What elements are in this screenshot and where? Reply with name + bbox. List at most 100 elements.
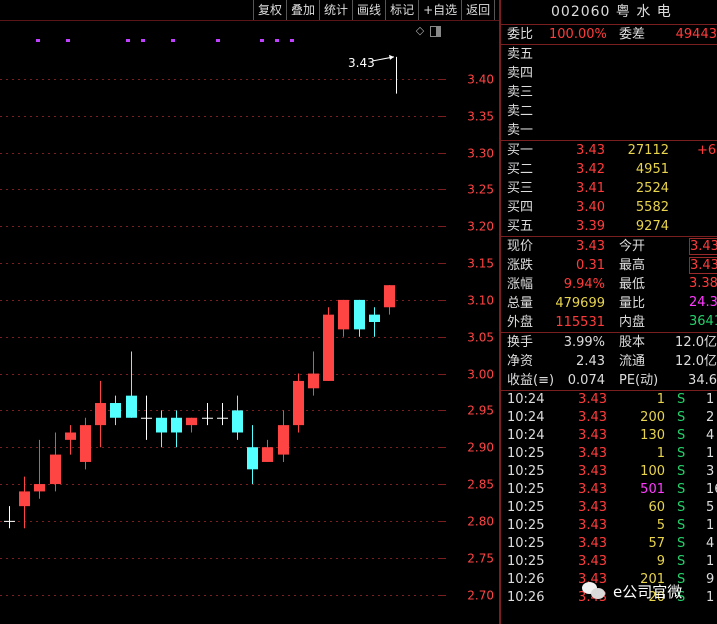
fund-value-2: 12.0亿 bbox=[675, 354, 717, 369]
stat-label-2: 最高 bbox=[619, 258, 646, 273]
trade-row[interactable]: 10:25 3.43 501 S 16 bbox=[501, 481, 717, 499]
candle-body[interactable] bbox=[186, 417, 197, 426]
fuquan-button[interactable]: 复权 bbox=[253, 0, 286, 20]
y-tick-label: 2.70 bbox=[467, 589, 494, 603]
sell-level-row[interactable]: 卖一 bbox=[501, 121, 717, 140]
candle-body[interactable] bbox=[80, 425, 91, 462]
buy-orders: 买一 3.43 27112 +6 买二 3.42 4951 买三 3.41 2524 买四 3.40 5… bbox=[501, 141, 717, 236]
y-tick-label: 3.40 bbox=[467, 73, 494, 87]
trade-volume: 5 bbox=[656, 518, 665, 533]
buy-level-price: 3.41 bbox=[576, 181, 605, 196]
candle-body[interactable] bbox=[354, 299, 365, 330]
fund-label-2: 股本 bbox=[619, 335, 646, 350]
sell-level-row[interactable]: 卖四 bbox=[501, 64, 717, 83]
buy-level-row[interactable]: 买一 3.43 27112 +6 bbox=[501, 141, 717, 160]
trade-row[interactable]: 10:25 3.43 1 S 1 bbox=[501, 445, 717, 463]
buy-level-row[interactable]: 买五 3.39 9274 bbox=[501, 217, 717, 236]
sell-level-row[interactable]: 卖五 bbox=[501, 45, 717, 64]
buy-level-label: 买五 bbox=[507, 219, 534, 234]
buy-level-label: 买二 bbox=[507, 162, 534, 177]
buy-level-price: 3.42 bbox=[576, 162, 605, 177]
trade-price: 3.43 bbox=[578, 536, 607, 551]
chart-toolbar: 复权 叠加 统计 画线 标记 +自选 返回 bbox=[253, 0, 496, 20]
trade-side: S bbox=[677, 500, 686, 515]
candle-body[interactable] bbox=[50, 454, 61, 485]
trade-row[interactable]: 10:25 3.43 100 S 3 bbox=[501, 463, 717, 481]
stat-value-2: 3.43 bbox=[689, 238, 717, 255]
draw-line-button[interactable]: 画线 bbox=[352, 0, 385, 20]
add-watchlist-button[interactable]: +自选 bbox=[418, 0, 461, 20]
candle-body[interactable] bbox=[65, 432, 76, 440]
trade-row[interactable]: 10:24 3.43 200 S 2 bbox=[501, 409, 717, 427]
signal-dot bbox=[126, 39, 130, 42]
candle-body[interactable] bbox=[323, 314, 334, 381]
back-button[interactable]: 返回 bbox=[461, 0, 496, 20]
trade-row[interactable]: 10:25 3.43 9 S 1 bbox=[501, 553, 717, 571]
candlestick-chart[interactable]: 3.40 3.35 3.30 3.25 3.20 3.15 3.10 3.05 3.00 2.95… bbox=[0, 0, 500, 624]
candle-body[interactable] bbox=[338, 299, 349, 330]
candle-body[interactable] bbox=[262, 447, 273, 462]
stat-label: 现价 bbox=[507, 239, 534, 254]
kline-chart-area[interactable]: 3.40 3.35 3.30 3.25 3.20 3.15 3.10 3.05 3.00 2.95… bbox=[0, 0, 500, 624]
trade-volume: 1 bbox=[656, 392, 665, 407]
tick-trades[interactable]: 10:24 3.43 1 S 1 10:24 3.43 200 S 2 10:24 3.43 130 S 4… bbox=[501, 391, 717, 607]
trade-volume: 501 bbox=[640, 482, 665, 497]
candle-body[interactable] bbox=[308, 373, 319, 389]
trade-count: 4 bbox=[706, 428, 715, 443]
buy-level-row[interactable]: 买二 3.42 4951 bbox=[501, 160, 717, 179]
buy-level-volume: 27112 bbox=[627, 143, 669, 158]
high-price-annotation: 3.43 bbox=[348, 56, 375, 70]
sell-level-row[interactable]: 卖三 bbox=[501, 83, 717, 102]
trade-count: 1 bbox=[706, 518, 715, 533]
weibi-value: 100.00% bbox=[549, 27, 607, 42]
trade-volume: 9 bbox=[656, 554, 665, 569]
candle-body[interactable] bbox=[369, 314, 380, 322]
overlay-button[interactable]: 叠加 bbox=[286, 0, 319, 20]
buy-level-label: 买一 bbox=[507, 143, 534, 158]
candle-body[interactable] bbox=[202, 417, 213, 419]
buy-level-row[interactable]: 买四 3.40 5582 bbox=[501, 198, 717, 217]
candle-body[interactable] bbox=[217, 417, 228, 419]
candle-body[interactable] bbox=[126, 395, 137, 418]
candle-body[interactable] bbox=[95, 403, 106, 426]
candle-body[interactable] bbox=[293, 380, 304, 426]
candle-body[interactable] bbox=[34, 484, 45, 492]
trade-count: 1 bbox=[706, 446, 715, 461]
price-stats: 现价 3.43 今开 3.43 涨跌 0.31 最高 3.43 涨幅 9.94% 最低 3.38 总量 4… bbox=[501, 237, 717, 332]
candle-body[interactable] bbox=[156, 417, 167, 433]
candle-body[interactable] bbox=[110, 403, 121, 418]
candle-body[interactable] bbox=[19, 491, 30, 507]
sell-level-label: 卖五 bbox=[507, 47, 534, 62]
trade-row[interactable]: 10:25 3.43 57 S 4 bbox=[501, 535, 717, 553]
trade-count: 1 bbox=[706, 392, 715, 407]
panel-toggle-icon[interactable] bbox=[430, 26, 441, 37]
trade-row[interactable]: 10:24 3.43 1 S 1 bbox=[501, 391, 717, 409]
trade-count: 5 bbox=[706, 500, 715, 515]
buy-level-row[interactable]: 买三 3.41 2524 bbox=[501, 179, 717, 198]
trade-price: 3.43 bbox=[578, 518, 607, 533]
sell-level-row[interactable]: 卖二 bbox=[501, 102, 717, 121]
trade-count: 2 bbox=[706, 410, 715, 425]
signal-dot bbox=[171, 39, 175, 42]
mark-button[interactable]: 标记 bbox=[385, 0, 418, 20]
trade-row[interactable]: 10:25 3.43 5 S 1 bbox=[501, 517, 717, 535]
signal-dot bbox=[66, 39, 70, 42]
trade-row[interactable]: 10:24 3.43 130 S 4 bbox=[501, 427, 717, 445]
trade-time: 10:25 bbox=[507, 446, 545, 461]
candle-body[interactable] bbox=[171, 417, 182, 433]
stat-value: 9.94% bbox=[563, 277, 605, 292]
diamond-icon[interactable]: ◇ bbox=[414, 25, 426, 37]
candle-body[interactable] bbox=[247, 447, 258, 470]
signal-dot bbox=[36, 39, 40, 42]
signal-dot bbox=[260, 39, 264, 42]
candle-body[interactable] bbox=[232, 410, 243, 433]
trade-row[interactable]: 10:25 3.43 60 S 5 bbox=[501, 499, 717, 517]
candle-body[interactable] bbox=[384, 285, 395, 308]
candle-body[interactable] bbox=[4, 520, 15, 522]
fundamental-row: 换手 3.99% 股本 12.0亿 bbox=[501, 333, 717, 352]
buy-level-volume: 2524 bbox=[635, 181, 669, 196]
candle-body[interactable] bbox=[278, 425, 289, 455]
candle-body[interactable] bbox=[141, 417, 152, 419]
stats-button[interactable]: 统计 bbox=[319, 0, 352, 20]
trade-volume: 200 bbox=[640, 410, 665, 425]
